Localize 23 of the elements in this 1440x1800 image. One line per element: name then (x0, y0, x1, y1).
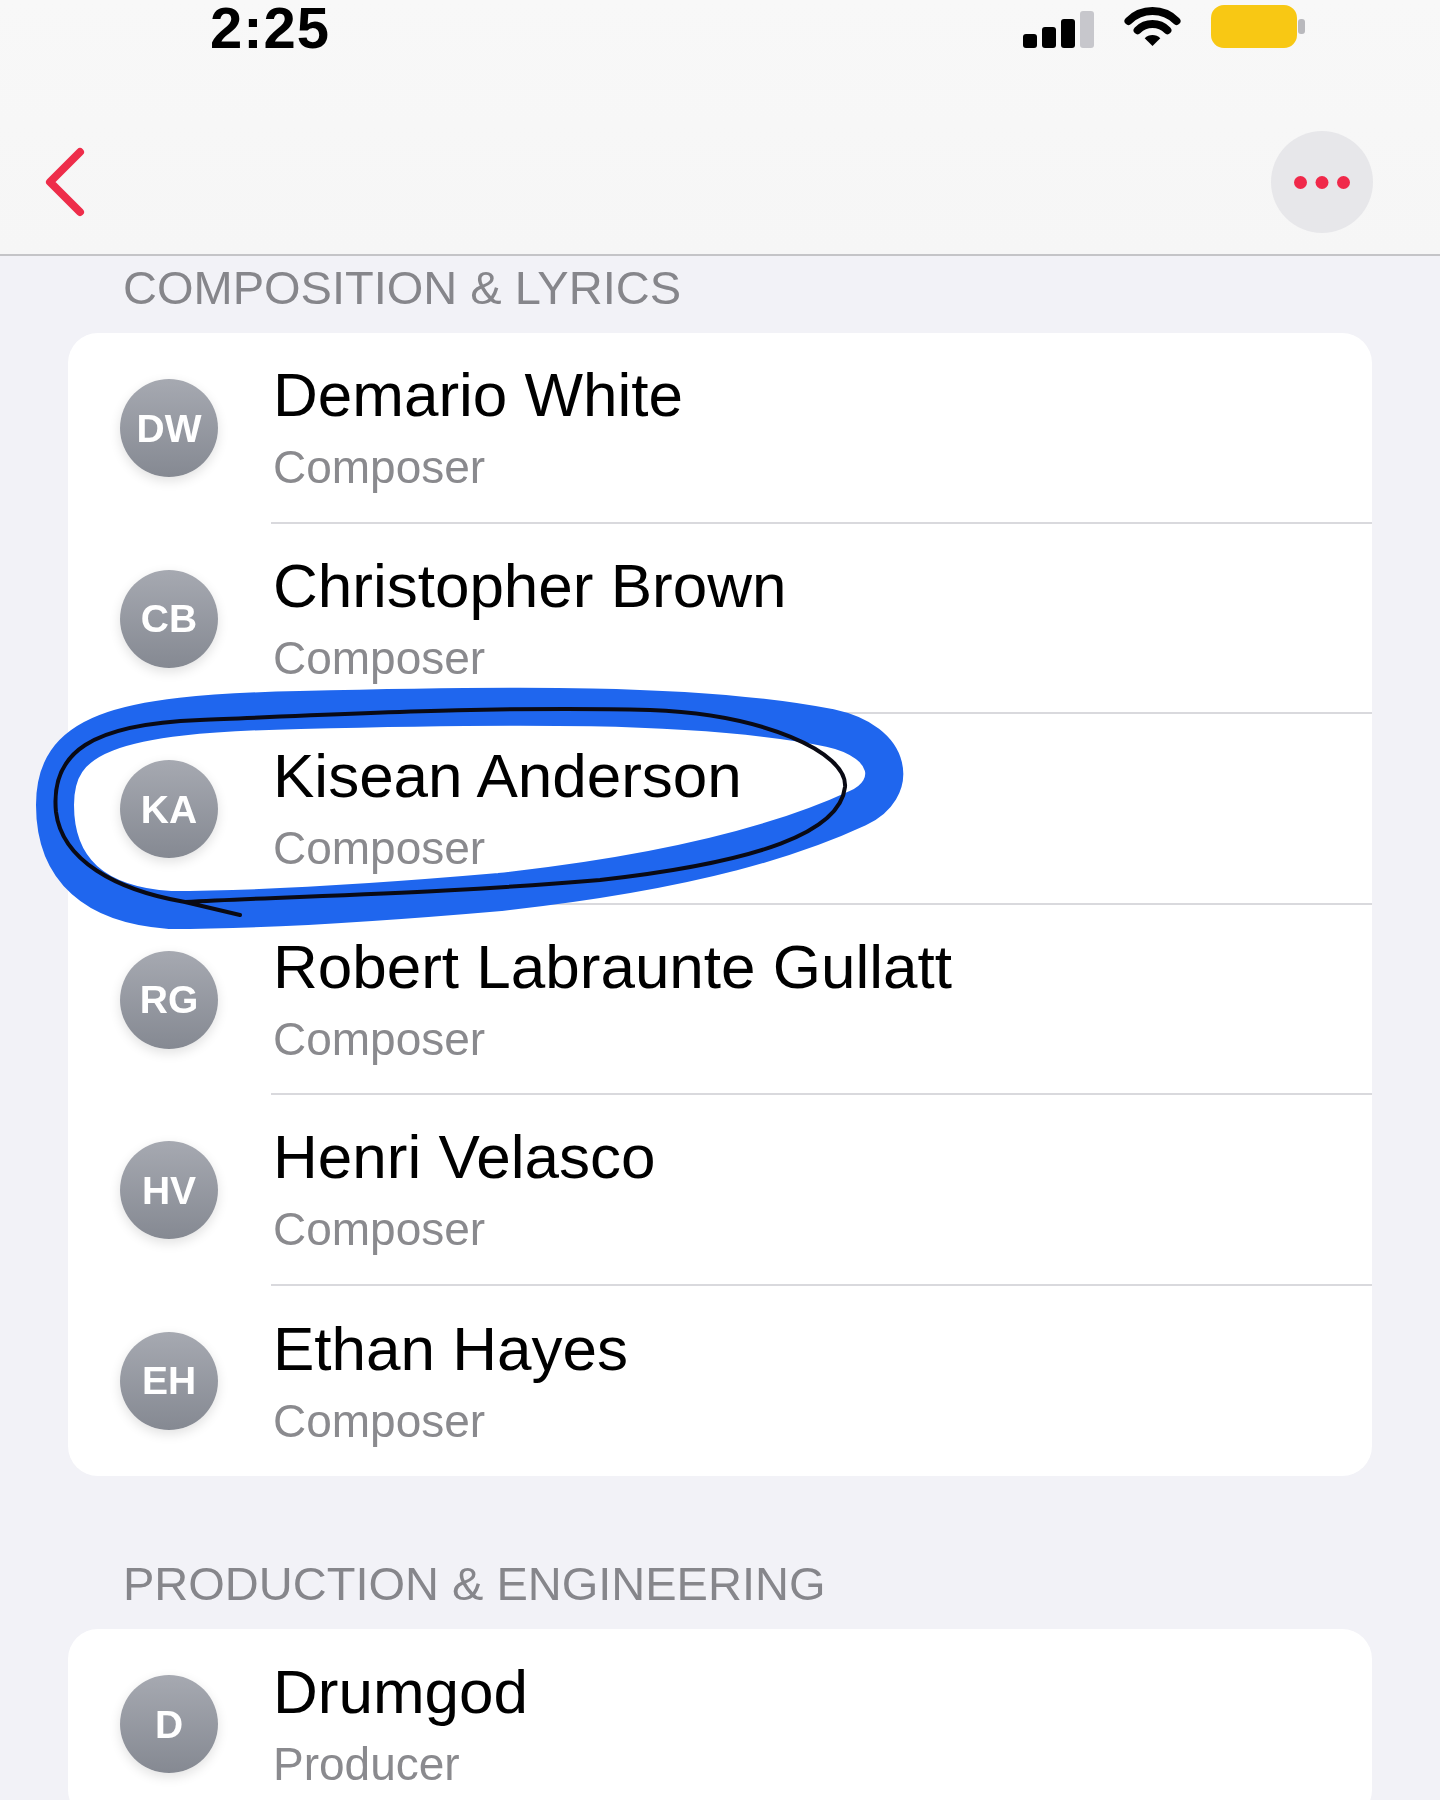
person-name: Henri Velasco (273, 1126, 656, 1189)
person-role: Producer (273, 1741, 460, 1788)
person-name: Drumgod (273, 1661, 528, 1724)
initials-avatar: HV (120, 1141, 218, 1240)
person-role: Composer (273, 1206, 486, 1253)
status-time: 2:25 (210, 0, 331, 57)
section-header: COMPOSITION & LYRICS (122, 264, 682, 311)
person-name: Robert Labraunte Gullatt (273, 935, 952, 998)
initials-avatar: EH (120, 1331, 218, 1430)
person-name: Kisean Anderson (273, 745, 742, 808)
initials-avatar: CB (120, 569, 218, 668)
section-header: PRODUCTION & ENGINEERING (122, 1560, 827, 1607)
initials-avatar: KA (120, 760, 218, 859)
initials-avatar: D (120, 1675, 218, 1774)
signal-icon (1023, 11, 1094, 48)
ellipsis-icon (1294, 175, 1350, 189)
chevron-left-icon (44, 147, 86, 217)
person-role: Composer (273, 825, 486, 872)
person-name: Demario White (273, 364, 683, 427)
initials-avatar: DW (120, 379, 218, 478)
back-button[interactable] (44, 147, 86, 217)
initials-avatar: RG (120, 950, 218, 1049)
person-role: Composer (273, 444, 486, 491)
